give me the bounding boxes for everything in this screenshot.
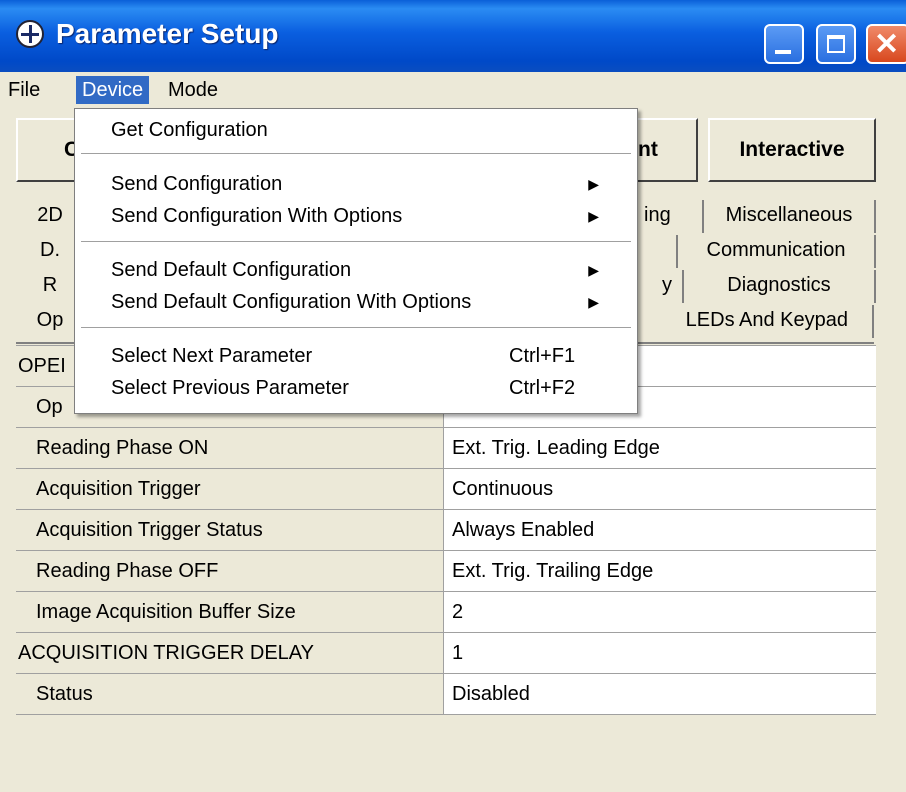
menu-item-label: Select Next Parameter	[111, 345, 313, 367]
maximize-button[interactable]	[816, 24, 856, 64]
param-name: Acquisition Trigger	[16, 469, 444, 509]
menu-item-send-configuration[interactable]: Send Configuration ▶	[111, 169, 629, 199]
param-value[interactable]: Continuous	[444, 469, 876, 509]
param-value[interactable]: Ext. Trig. Leading Edge	[444, 428, 876, 468]
param-name: Status	[16, 674, 444, 714]
tab-leds-and-keypad[interactable]: LEDs And Keypad	[630, 305, 874, 338]
param-name: ACQUISITION TRIGGER DELAY	[16, 633, 444, 673]
submenu-arrow-icon: ▶	[588, 208, 599, 224]
param-value[interactable]: Disabled	[444, 674, 876, 714]
tab-miscellaneous[interactable]: Miscellaneous	[704, 200, 876, 233]
param-value[interactable]: Always Enabled	[444, 510, 876, 550]
param-name: Reading Phase ON	[16, 428, 444, 468]
menu-separator	[81, 241, 631, 242]
menu-device[interactable]: Device	[76, 76, 150, 104]
minimize-button[interactable]	[764, 24, 804, 64]
title-bar[interactable]: Parameter Setup ✕	[0, 0, 906, 72]
param-name: Image Acquisition Buffer Size	[16, 592, 444, 632]
shortcut-label: Ctrl+F1	[509, 345, 576, 367]
menu-item-label: Send Default Configuration	[111, 259, 352, 281]
table-row[interactable]: Acquisition Trigger Continuous	[16, 469, 876, 510]
table-row[interactable]: Image Acquisition Buffer Size 2	[16, 592, 876, 633]
menu-item-label: Send Configuration With Options	[111, 205, 403, 227]
table-row[interactable]: Acquisition Trigger Status Always Enable…	[16, 510, 876, 551]
device-dropdown-menu: Get Configuration Send Configuration ▶ S…	[74, 108, 638, 414]
tab-display[interactable]: y	[630, 270, 684, 303]
parameter-setup-window: Parameter Setup ✕ File Device Mode C nt …	[0, 0, 906, 792]
param-name: Acquisition Trigger Status	[16, 510, 444, 550]
table-row[interactable]: Status Disabled	[16, 674, 876, 715]
param-name: Reading Phase OFF	[16, 551, 444, 591]
param-value[interactable]: 2	[444, 592, 876, 632]
close-button[interactable]: ✕	[866, 24, 906, 64]
submenu-arrow-icon: ▶	[588, 294, 599, 310]
menu-item-label: Get Configuration	[111, 119, 268, 141]
param-value[interactable]: Ext. Trig. Trailing Edge	[444, 551, 876, 591]
menu-bar: File Device Mode	[0, 72, 906, 106]
menu-item-select-previous-parameter[interactable]: Select Previous Parameter Ctrl+F2	[111, 373, 629, 403]
menu-item-send-default-configuration-with-options[interactable]: Send Default Configuration With Options …	[111, 287, 629, 317]
param-value[interactable]: 1	[444, 633, 876, 673]
menu-separator	[81, 153, 631, 154]
tab-communication[interactable]: Communication	[678, 235, 876, 268]
tab-diagnostics[interactable]: Diagnostics	[684, 270, 876, 303]
close-icon: ✕	[874, 28, 900, 61]
submenu-arrow-icon: ▶	[588, 176, 599, 192]
menu-file[interactable]: File	[2, 76, 46, 104]
menu-item-select-next-parameter[interactable]: Select Next Parameter Ctrl+F1	[111, 341, 629, 371]
menu-item-get-configuration[interactable]: Get Configuration	[111, 115, 629, 145]
menu-separator	[81, 327, 631, 328]
menu-item-label: Send Configuration	[111, 173, 283, 195]
tab-processing[interactable]: ing	[630, 200, 704, 233]
table-row[interactable]: Reading Phase ON Ext. Trig. Leading Edge	[16, 428, 876, 469]
menu-item-label: Send Default Configuration With Options	[111, 291, 472, 313]
menu-item-send-default-configuration[interactable]: Send Default Configuration ▶	[111, 255, 629, 285]
table-row[interactable]: ACQUISITION TRIGGER DELAY 1	[16, 633, 876, 674]
menu-mode[interactable]: Mode	[162, 76, 224, 104]
shortcut-label: Ctrl+F2	[509, 377, 576, 399]
window-title: Parameter Setup	[56, 18, 279, 49]
menu-item-send-configuration-with-options[interactable]: Send Configuration With Options ▶	[111, 201, 629, 231]
maximize-icon	[827, 35, 845, 53]
app-icon	[16, 20, 44, 48]
table-row[interactable]: Reading Phase OFF Ext. Trig. Trailing Ed…	[16, 551, 876, 592]
submenu-arrow-icon: ▶	[588, 262, 599, 278]
menu-item-label: Select Previous Parameter	[111, 377, 349, 399]
interactive-button[interactable]: Interactive	[708, 118, 876, 182]
minimize-icon	[775, 50, 791, 54]
